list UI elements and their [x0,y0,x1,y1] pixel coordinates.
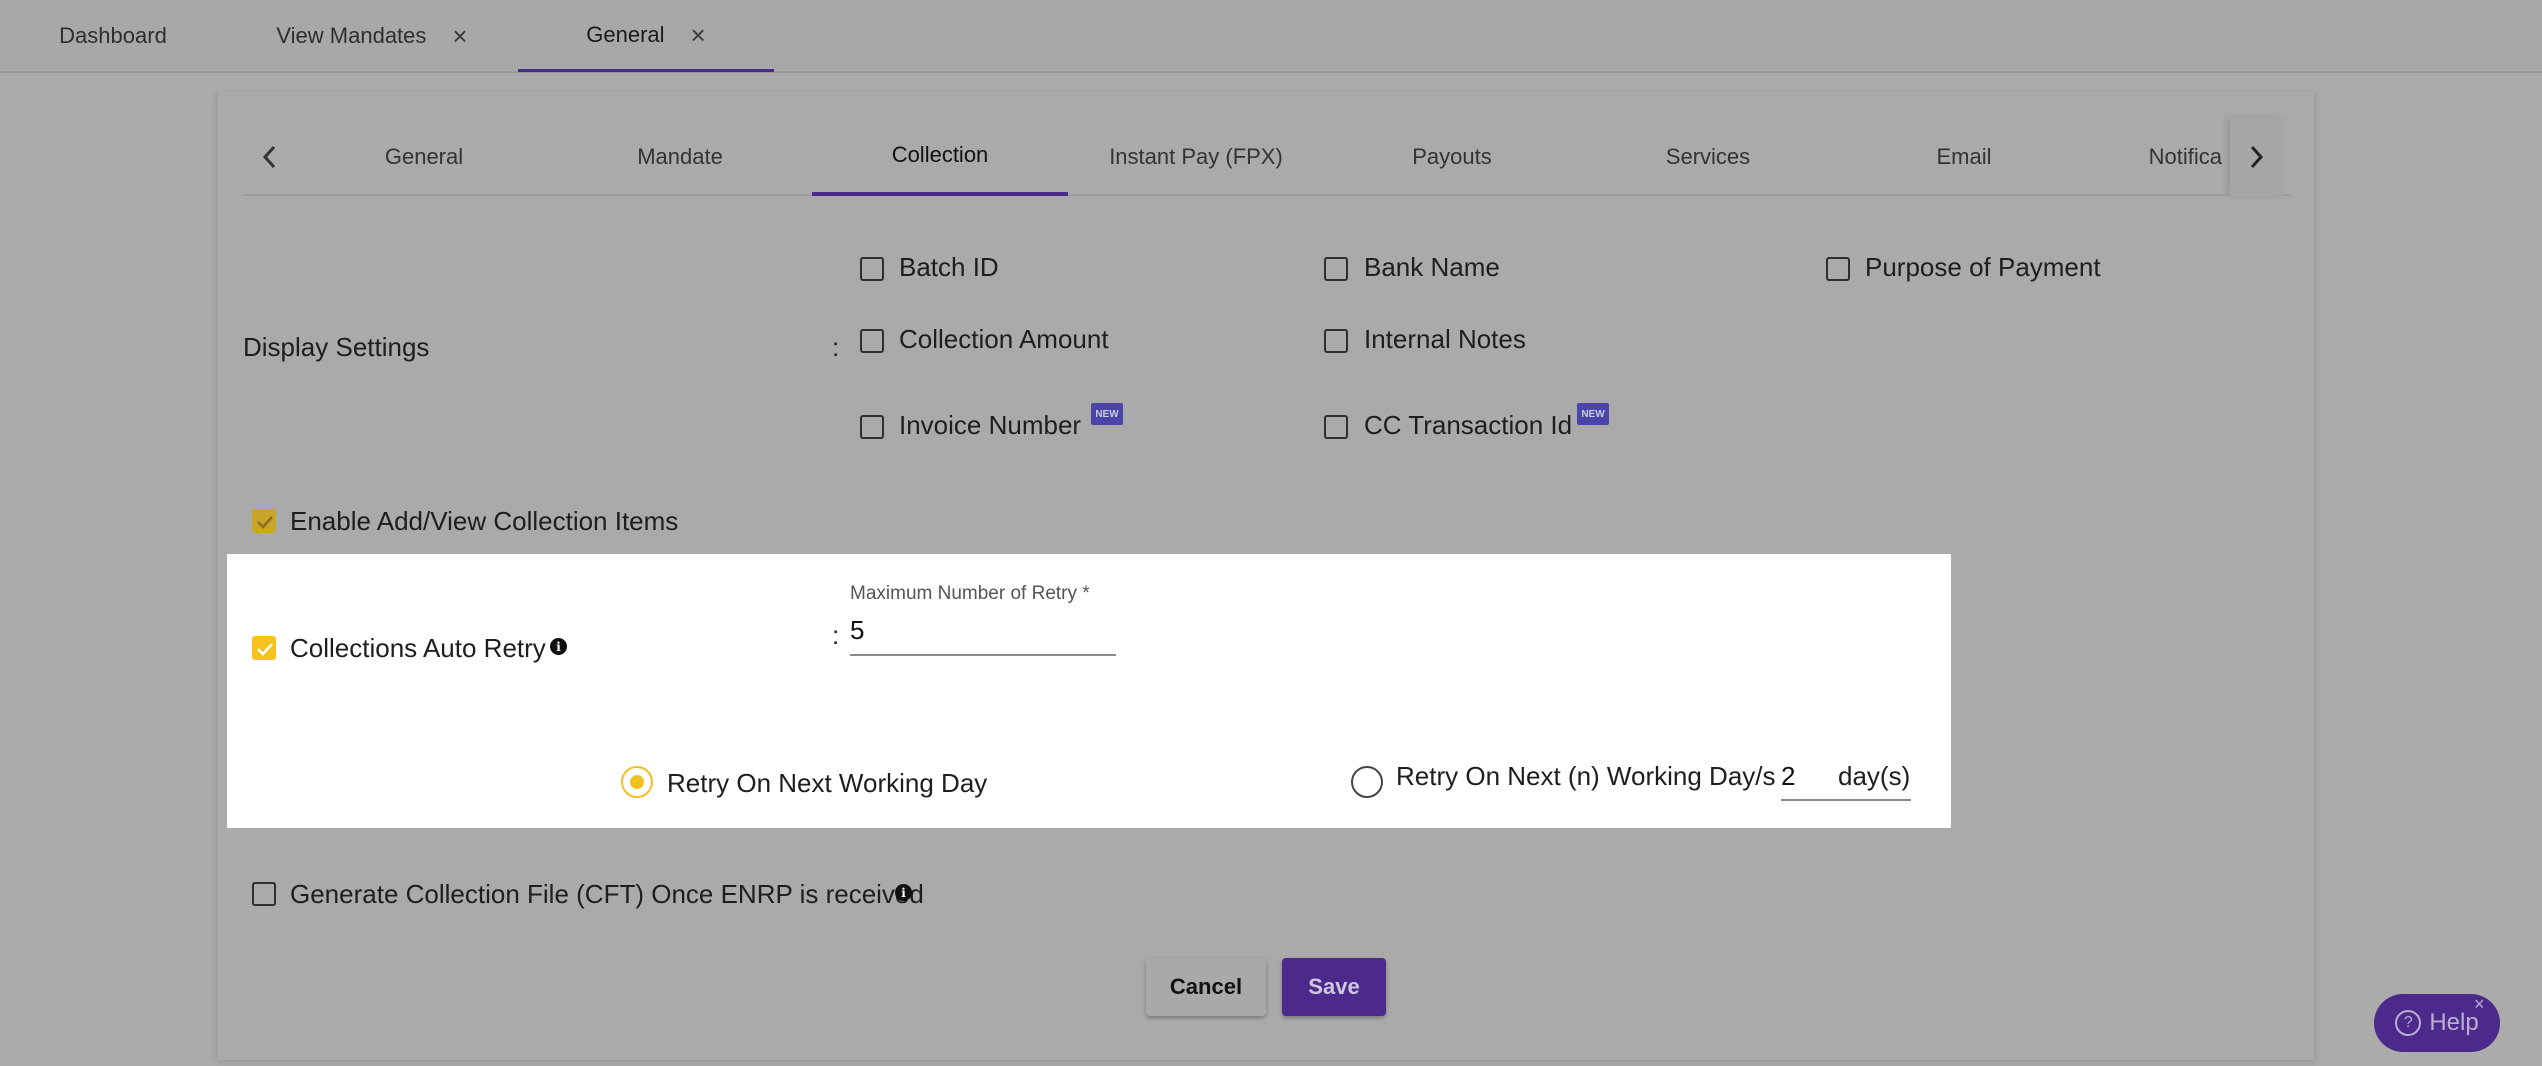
bank-name-label: Bank Name [1364,252,1500,282]
batch-id-checkbox[interactable] [860,257,884,281]
retry-next-day-label: Retry On Next Working Day [667,768,988,798]
subtab-email[interactable]: Email [1836,118,2092,196]
tab-dashboard-label: Dashboard [59,23,167,48]
scroll-right-button[interactable] [2230,118,2284,196]
close-icon[interactable]: × [452,23,467,49]
collection-amount-label: Collection Amount [899,324,1109,354]
subtab-label: Notifica [2148,144,2222,169]
max-retry-underline [850,654,1116,656]
subtab-mandate[interactable]: Mandate [552,118,808,196]
display-settings-label: Display Settings [243,332,430,362]
collection-amount-checkbox[interactable] [860,329,884,353]
close-icon[interactable]: × [691,22,706,48]
subtab-instant-pay[interactable]: Instant Pay (FPX) [1068,118,1324,196]
new-badge: NEW [1577,403,1609,425]
subtab-notifications[interactable]: Notifica [2092,118,2222,196]
generate-cft-checkbox[interactable] [252,882,276,906]
checkmark-icon [257,516,273,529]
subtab-label: General [384,144,464,169]
checkmark-icon [257,643,273,656]
auto-retry-checkbox[interactable] [252,636,276,660]
n-days-input[interactable]: 2 [1781,761,1795,792]
retry-next-n-radio[interactable] [1351,766,1383,798]
tab-view-mandates-label: View Mandates [276,23,427,48]
tab-general-label: General [586,21,665,47]
info-icon[interactable]: i [550,638,567,655]
n-days-underline [1781,799,1911,801]
purpose-of-payment-checkbox[interactable] [1826,257,1850,281]
purpose-of-payment-label: Purpose of Payment [1865,252,2101,282]
days-unit-label: day(s) [1838,761,1911,791]
help-label: Help [2429,1009,2479,1036]
help-icon: ? [2395,1010,2422,1036]
max-retry-label: Maximum Number of Retry * [850,583,1090,604]
colon: : [832,620,840,650]
subtab-label: Payouts [1412,144,1492,169]
subtab-label: Email [1936,144,1992,169]
close-icon[interactable]: × [2474,994,2485,1015]
enable-add-view-label: Enable Add/View Collection Items [290,506,679,536]
subtab-label: Services [1665,144,1751,169]
subtab-collection[interactable]: Collection [812,118,1068,196]
internal-notes-checkbox[interactable] [1324,329,1348,353]
cc-transaction-id-label: CC Transaction Id [1364,410,1573,440]
subtab-payouts[interactable]: Payouts [1324,118,1580,196]
enable-add-view-checkbox[interactable] [252,509,276,533]
generate-cft-label: Generate Collection File (CFT) Once ENRP… [290,879,924,909]
top-tab-bar: Dashboard View Mandates × General × [0,0,2542,73]
new-badge: NEW [1091,403,1123,425]
subtab-label: Instant Pay (FPX) [1109,144,1283,169]
tab-dashboard[interactable]: Dashboard [0,0,226,72]
subtab-label: Mandate [637,144,723,169]
subtab-services[interactable]: Services [1580,118,1836,196]
settings-sub-tabs: General Mandate Collection Instant Pay (… [242,118,2290,196]
save-button[interactable]: Save [1282,958,1386,1016]
tab-view-mandates[interactable]: View Mandates × [226,0,518,72]
tab-general[interactable]: General × [518,0,774,72]
batch-id-label: Batch ID [899,252,999,282]
chevron-left-icon [262,145,276,169]
colon: : [832,332,840,362]
bank-name-checkbox[interactable] [1324,257,1348,281]
subtab-label: Collection [891,142,989,167]
cancel-button[interactable]: Cancel [1146,958,1266,1016]
cc-transaction-id-checkbox[interactable] [1324,415,1348,439]
subtab-general[interactable]: General [296,118,552,196]
retry-next-n-label: Retry On Next (n) Working Day/s [1396,761,1776,791]
scroll-left-button[interactable] [242,118,296,196]
invoice-number-label: Invoice Number [899,410,1082,440]
invoice-number-checkbox[interactable] [860,415,884,439]
auto-retry-label: Collections Auto Retry [290,633,546,663]
retry-next-day-radio[interactable] [621,766,653,798]
chevron-right-icon [2250,145,2264,169]
info-icon[interactable]: i [895,884,912,901]
max-retry-input[interactable]: 5 [850,615,864,646]
internal-notes-label: Internal Notes [1364,324,1526,354]
